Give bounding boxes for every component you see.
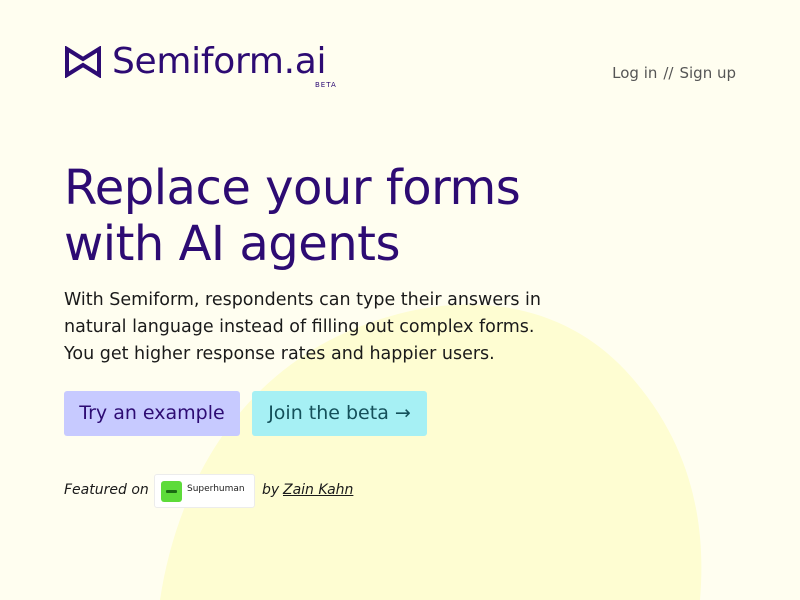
bowtie-logo-icon bbox=[65, 46, 101, 78]
hero-title: Replace your forms with AI agents bbox=[64, 160, 624, 272]
hero-title-line-2: with AI agents bbox=[64, 216, 401, 272]
hero-title-line-1: Replace your forms bbox=[64, 160, 521, 216]
superhuman-name: Superhuman bbox=[187, 484, 245, 494]
featured-on: Featured on Superhuman by Zain Kahn bbox=[64, 474, 424, 508]
signup-link[interactable]: Sign up bbox=[679, 64, 736, 82]
hero-subtitle: With Semiform, respondents can type thei… bbox=[64, 287, 584, 368]
site-header: Semiform.ai BETA Log in // Sign up bbox=[64, 41, 736, 94]
brand-name: Semiform.ai bbox=[112, 41, 327, 82]
join-beta-button[interactable]: Join the beta → bbox=[252, 391, 427, 436]
auth-nav: Log in // Sign up bbox=[612, 64, 736, 82]
beta-badge: BETA bbox=[315, 81, 337, 89]
superhuman-badge[interactable]: Superhuman bbox=[154, 474, 255, 508]
nav-separator: // bbox=[663, 64, 674, 82]
hero-subtitle-line-1: With Semiform, respondents can type thei… bbox=[64, 290, 541, 310]
superhuman-logo-icon bbox=[161, 481, 182, 502]
by-label: by bbox=[262, 482, 280, 498]
hero-subtitle-line-3: You get higher response rates and happie… bbox=[64, 344, 495, 364]
featured-label: Featured on bbox=[64, 482, 149, 498]
login-link[interactable]: Log in bbox=[612, 64, 657, 82]
try-example-button[interactable]: Try an example bbox=[64, 391, 240, 436]
author-link[interactable]: Zain Kahn bbox=[283, 482, 353, 498]
hero-subtitle-line-2: natural language instead of filling out … bbox=[64, 317, 535, 337]
